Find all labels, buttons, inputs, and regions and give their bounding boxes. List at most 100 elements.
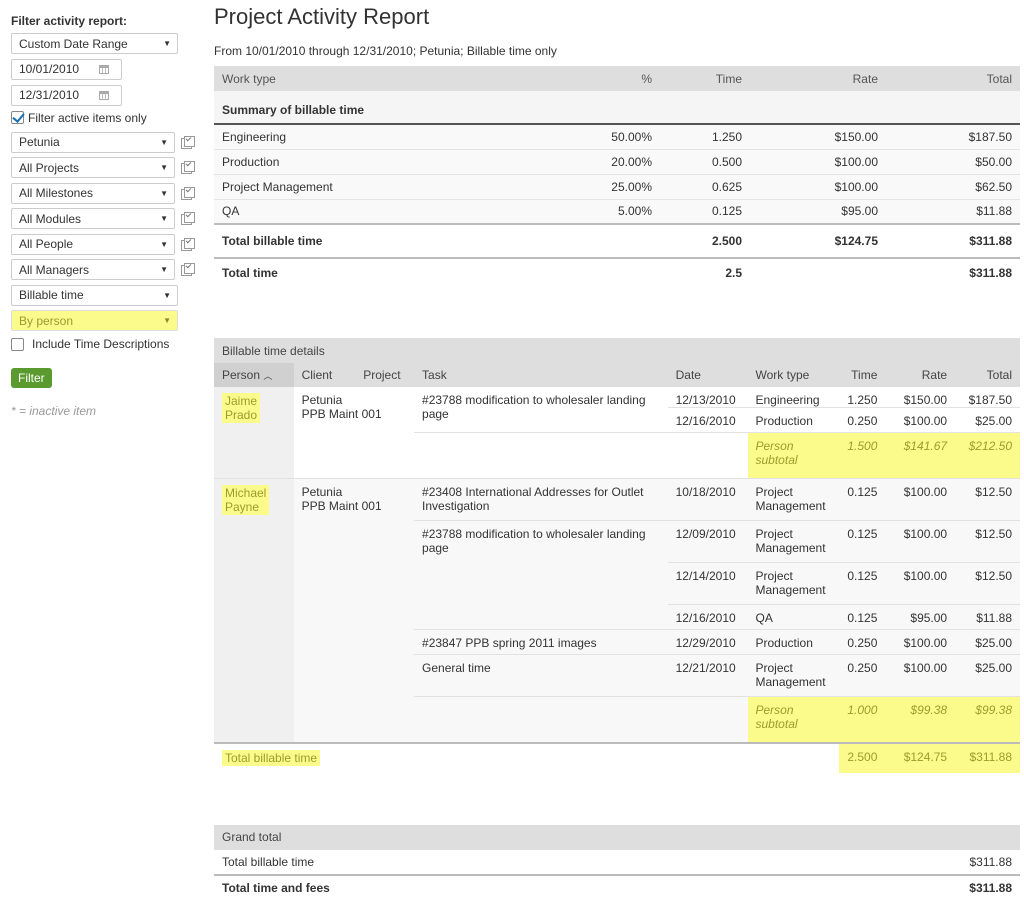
multi-select-icon[interactable]: [181, 186, 195, 200]
cell-work-type: QA: [747, 604, 840, 630]
chevron-down-icon: ▼: [163, 290, 171, 300]
col-person-label: Person: [222, 368, 261, 382]
cell-rate: $100.00: [885, 407, 956, 433]
person-name[interactable]: Michael Payne: [222, 485, 270, 515]
subtotal-rate: $141.67: [885, 432, 956, 479]
calendar-icon[interactable]: [99, 64, 109, 74]
cell-work-type: Project Management: [214, 174, 564, 200]
date-range-select[interactable]: Custom Date Range ▼: [11, 33, 178, 54]
chevron-down-icon: ▼: [163, 316, 171, 325]
chevron-down-icon: ▼: [160, 265, 168, 274]
total-time-value: 2.5: [660, 257, 750, 286]
cell-work-type: QA: [214, 199, 564, 225]
col-pct[interactable]: %: [564, 66, 660, 91]
col-time[interactable]: Time: [660, 66, 750, 91]
start-date-input[interactable]: 10/01/2010: [11, 58, 122, 80]
people-select[interactable]: All People ▼: [11, 233, 175, 255]
details-total-row: Total billable time 2.500 $124.75 $311.8…: [214, 741, 1020, 773]
cell-total: $25.00: [955, 654, 1020, 697]
person-subtotal-row: Person subtotal 1.000 $99.38 $99.38: [214, 696, 1020, 743]
multi-select-icon[interactable]: [181, 160, 195, 175]
table-row: Production 20.00% 0.500 $100.00 $50.00: [214, 149, 1020, 175]
cell-date: 12/29/2010: [667, 629, 748, 655]
col-time[interactable]: Time: [839, 363, 886, 387]
client-select[interactable]: Petunia ▼: [11, 131, 175, 153]
cell-time: 1.250: [660, 124, 750, 150]
client-project-cell: Petunia PPB Maint 001: [293, 387, 415, 433]
filter-heading: Filter activity report:: [11, 14, 128, 28]
chevron-down-icon: ▼: [160, 163, 168, 172]
active-only-checkbox[interactable]: [11, 111, 24, 124]
subtotal-label: Person subtotal: [747, 432, 840, 479]
calendar-icon[interactable]: [99, 90, 109, 100]
managers-value: All Managers: [19, 262, 90, 277]
end-date-input[interactable]: 12/31/2010: [11, 84, 122, 106]
total-billable-rate: $124.75: [750, 223, 886, 258]
task-name: #23788 modification to wholesaler landin…: [414, 520, 668, 630]
col-task[interactable]: Task: [414, 363, 668, 387]
multi-select-icon[interactable]: [181, 211, 195, 226]
col-total[interactable]: Total: [886, 66, 1020, 91]
cell-date: 12/13/2010: [667, 387, 748, 408]
include-desc-checkbox[interactable]: [11, 337, 24, 351]
cell-total: $25.00: [955, 407, 1020, 433]
managers-select[interactable]: All Managers ▼: [11, 259, 175, 280]
grand-billable-label: Total billable time: [222, 854, 315, 869]
col-rate[interactable]: Rate: [750, 66, 886, 91]
grand-all-label: Total time and fees: [214, 873, 761, 901]
project-name: PPB Maint 001: [301, 499, 382, 513]
cell-work-type: Project Management: [747, 562, 840, 605]
filter-button[interactable]: Filter: [11, 368, 52, 388]
grouping-select[interactable]: By person ▼: [11, 310, 178, 331]
multi-select-icon[interactable]: [181, 262, 195, 277]
col-project[interactable]: Project: [355, 363, 415, 387]
cell-rate: $95.00: [750, 199, 886, 225]
grand-all-value: $311.88: [760, 873, 1020, 901]
include-desc-option[interactable]: Include Time Descriptions: [11, 337, 201, 351]
active-only-option[interactable]: Filter active items only: [11, 111, 201, 125]
task-name: #23847 PPB spring 2011 images: [414, 629, 668, 655]
task-name: #23408 International Addresses for Outle…: [414, 478, 668, 521]
col-client[interactable]: Client: [293, 363, 356, 387]
cell-time: 0.125: [839, 520, 886, 563]
start-date-value: 10/01/2010: [19, 62, 80, 76]
chevron-down-icon: ▼: [160, 188, 168, 198]
module-select[interactable]: All Modules ▼: [11, 208, 175, 229]
project-name: PPB Maint 001: [301, 407, 382, 421]
include-desc-label: Include Time Descriptions: [32, 337, 170, 351]
col-date[interactable]: Date: [667, 363, 748, 387]
time-type-select[interactable]: Billable time ▼: [11, 284, 178, 306]
page-title: Project Activity Report: [214, 4, 430, 29]
person-name[interactable]: Jaime Prado: [222, 393, 261, 423]
total-billable-time: 2.500: [660, 223, 750, 258]
milestone-select[interactable]: All Milestones ▼: [11, 182, 175, 204]
grand-total-caption: Grand total: [214, 824, 1020, 850]
cell-total: $187.50: [886, 124, 1020, 150]
chevron-down-icon: ▼: [160, 214, 168, 223]
date-range-value: Custom Date Range: [19, 36, 128, 51]
total-time-total: $311.88: [886, 257, 1020, 286]
chevron-down-icon: ▼: [160, 137, 168, 147]
task-name: #23788 modification to wholesaler landin…: [414, 387, 668, 433]
multi-select-icon[interactable]: [181, 237, 195, 251]
cell-rate: $100.00: [750, 174, 886, 200]
report-main: Project Activity Report From 10/01/2010 …: [214, 0, 1020, 901]
col-total[interactable]: Total: [955, 363, 1020, 387]
col-person[interactable]: Person ︿: [214, 363, 294, 387]
col-work-type[interactable]: Work type: [747, 363, 840, 387]
cell-pct: 20.00%: [564, 149, 660, 175]
table-row: Michael Payne Petunia PPB Maint 001 #23408…: [214, 478, 1020, 743]
cell-rate: $100.00: [750, 149, 886, 175]
details-total-label: Total billable time: [222, 749, 321, 766]
cell-time: 0.250: [839, 407, 886, 433]
cell-time: 0.625: [660, 174, 750, 200]
col-rate[interactable]: Rate: [885, 363, 956, 387]
cell-date: 12/14/2010: [667, 562, 748, 605]
col-work-type[interactable]: Work type: [214, 66, 564, 91]
cell-date: 12/16/2010: [667, 604, 748, 630]
cell-work-type: Project Management: [747, 520, 840, 563]
summary-section-label: Summary of billable time: [214, 91, 1020, 125]
client-name: Petunia: [301, 485, 343, 499]
multi-select-icon[interactable]: [181, 135, 195, 149]
project-select[interactable]: All Projects ▼: [11, 157, 175, 178]
